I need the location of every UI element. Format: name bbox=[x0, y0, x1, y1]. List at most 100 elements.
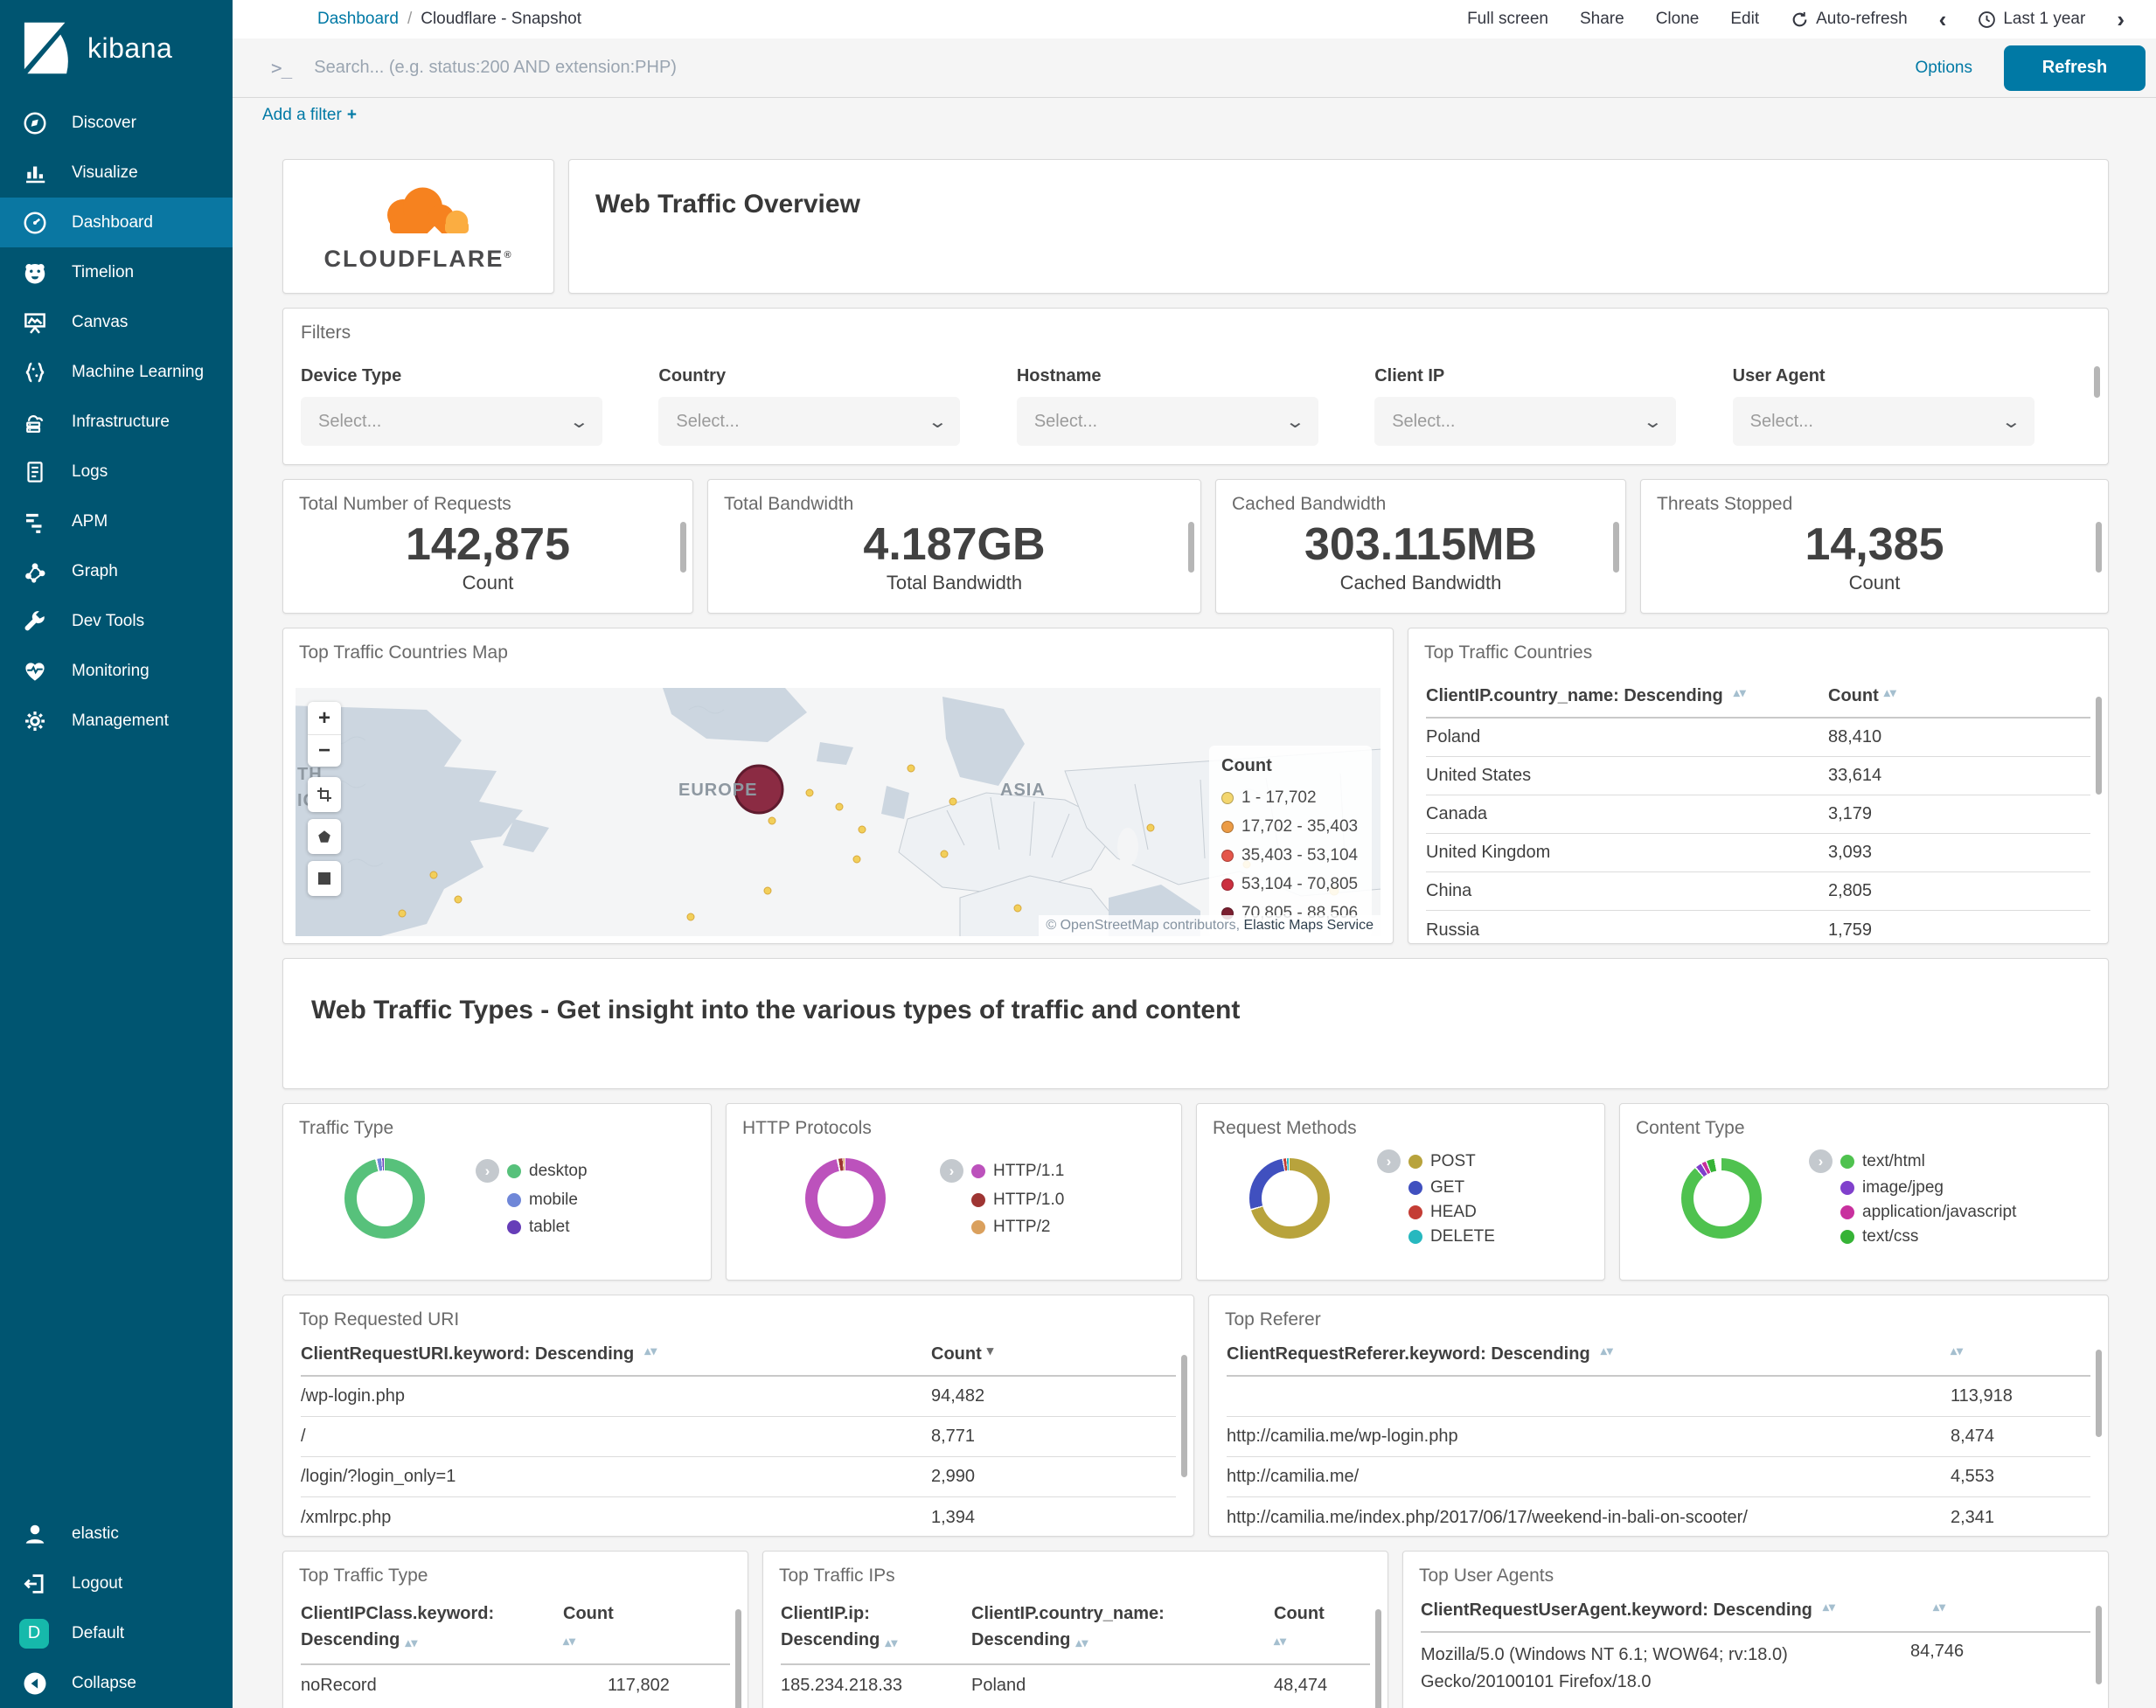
column-header-count[interactable]: ▴▾ bbox=[1933, 1600, 2090, 1612]
sidebar-item-visualize[interactable]: Visualize bbox=[0, 148, 233, 198]
sidebar-item-management[interactable]: Management bbox=[0, 696, 233, 746]
column-header-count[interactable]: Count ▴▾ bbox=[563, 1600, 685, 1647]
scrollbar-thumb[interactable] bbox=[2096, 1350, 2102, 1437]
content-type-donut-chart[interactable] bbox=[1681, 1157, 1762, 1239]
column-header-count[interactable]: Count ▾ bbox=[931, 1344, 1176, 1364]
elastic-maps-link[interactable]: Elastic Maps Service bbox=[1244, 918, 1374, 933]
breadcrumb-dashboard-link[interactable]: Dashboard bbox=[317, 10, 399, 29]
zoom-out-button[interactable]: − bbox=[308, 734, 341, 767]
sort-icon[interactable]: ▴▾ bbox=[1951, 1344, 1963, 1356]
column-header-country[interactable]: ClientIP.country_name: Descending ▴▾ bbox=[971, 1600, 1274, 1653]
sidebar-item-logs[interactable]: Logs bbox=[0, 447, 233, 496]
sidebar-item-monitoring[interactable]: Monitoring bbox=[0, 646, 233, 696]
add-filter-button[interactable]: Add a filter + bbox=[262, 106, 357, 125]
auto-refresh-button[interactable]: Auto-refresh bbox=[1791, 10, 1908, 29]
sort-icon[interactable]: ▴▾ bbox=[1933, 1600, 1945, 1612]
legend-item-http2[interactable]: HTTP/2 bbox=[940, 1218, 1064, 1237]
world-map[interactable]: TH IC EUROPE ASIA + − Count 1 - 17,702 1… bbox=[296, 688, 1381, 936]
sidebar-item-machine-learning[interactable]: Machine Learning bbox=[0, 347, 233, 397]
legend-item-application-javascript[interactable]: application/javascript bbox=[1809, 1203, 2016, 1222]
sort-icon[interactable]: ▴▾ bbox=[1884, 686, 1896, 706]
scrollbar-thumb[interactable] bbox=[2096, 1606, 2102, 1684]
request-methods-donut-chart[interactable] bbox=[1249, 1157, 1330, 1239]
legend-item-get[interactable]: GET bbox=[1377, 1178, 1495, 1198]
refresh-button[interactable]: Refresh bbox=[2004, 45, 2146, 91]
sidebar-item-graph[interactable]: Graph bbox=[0, 546, 233, 596]
sort-icon[interactable]: ▴▾ bbox=[1274, 1635, 1370, 1646]
column-header-count[interactable]: Count ▴▾ bbox=[1828, 686, 2090, 706]
traffic-type-donut-chart[interactable] bbox=[344, 1157, 425, 1239]
sidebar-item-space-default[interactable]: D Default bbox=[0, 1608, 233, 1658]
legend-item-http10[interactable]: HTTP/1.0 bbox=[940, 1191, 1064, 1210]
kibana-logo[interactable]: kibana bbox=[0, 0, 233, 98]
hostname-select[interactable]: Select... ⌄ bbox=[1016, 397, 1318, 446]
sidebar-item-logout[interactable]: Logout bbox=[0, 1559, 233, 1608]
sort-icon[interactable]: ▴▾ bbox=[1601, 1344, 1613, 1356]
legend-item-image-jpeg[interactable]: image/jpeg bbox=[1809, 1178, 2016, 1198]
time-back-button[interactable]: ‹ bbox=[1939, 8, 1947, 31]
sidebar-item-infrastructure[interactable]: Infrastructure bbox=[0, 397, 233, 447]
zoom-in-button[interactable]: + bbox=[308, 702, 341, 734]
legend-item-tablet[interactable]: tablet bbox=[476, 1218, 588, 1237]
scrollbar-thumb[interactable] bbox=[1181, 1355, 1187, 1477]
legend-expand-icon[interactable]: › bbox=[476, 1159, 499, 1183]
scrollbar-thumb[interactable] bbox=[1613, 522, 1619, 573]
sort-icon[interactable]: ▴▾ bbox=[885, 1636, 897, 1648]
column-header-ip-class[interactable]: ClientIPClass.keyword: Descending ▴▾ bbox=[301, 1600, 563, 1653]
sidebar-item-dev-tools[interactable]: Dev Tools bbox=[0, 596, 233, 646]
scrollbar-thumb[interactable] bbox=[1188, 522, 1194, 573]
http-protocols-donut-chart[interactable] bbox=[805, 1157, 886, 1239]
sidebar-item-timelion[interactable]: Timelion bbox=[0, 247, 233, 297]
time-range-button[interactable]: Last 1 year bbox=[1978, 10, 2085, 29]
column-header-user-agent[interactable]: ClientRequestUserAgent.keyword: Descendi… bbox=[1421, 1600, 1933, 1621]
map-draw-rectangle-button[interactable] bbox=[308, 861, 341, 896]
legend-item-head[interactable]: HEAD bbox=[1377, 1203, 1495, 1222]
scrollbar-thumb[interactable] bbox=[735, 1609, 741, 1708]
map-draw-polygon-button[interactable] bbox=[308, 819, 341, 854]
scrollbar-thumb[interactable] bbox=[1375, 1609, 1381, 1708]
sidebar-item-discover[interactable]: Discover bbox=[0, 98, 233, 148]
column-header-count[interactable]: ▴▾ bbox=[1951, 1344, 2090, 1356]
share-button[interactable]: Share bbox=[1580, 10, 1624, 29]
legend-item-desktop[interactable]: › desktop bbox=[476, 1159, 588, 1183]
scrollbar-thumb[interactable] bbox=[2096, 522, 2102, 573]
sort-icon[interactable]: ▴▾ bbox=[1734, 686, 1746, 698]
legend-item-delete[interactable]: DELETE bbox=[1377, 1227, 1495, 1246]
sort-icon[interactable]: ▴▾ bbox=[1823, 1600, 1835, 1612]
client-ip-select[interactable]: Select... ⌄ bbox=[1374, 397, 1677, 446]
legend-expand-icon[interactable]: › bbox=[1809, 1149, 1833, 1173]
column-header-country[interactable]: ClientIP.country_name: Descending ▴▾ bbox=[1426, 686, 1828, 706]
full-screen-button[interactable]: Full screen bbox=[1467, 10, 1548, 29]
sort-icon[interactable]: ▴▾ bbox=[1075, 1636, 1088, 1648]
legend-item-text-html[interactable]: › text/html bbox=[1809, 1149, 2016, 1173]
sort-desc-icon[interactable]: ▾ bbox=[987, 1344, 994, 1364]
user-agent-select[interactable]: Select... ⌄ bbox=[1732, 397, 2034, 446]
column-header-count[interactable]: Count ▴▾ bbox=[1274, 1600, 1370, 1647]
map-fit-bounds-button[interactable] bbox=[308, 777, 341, 812]
legend-item-post[interactable]: › POST bbox=[1377, 1149, 1495, 1173]
scrollbar-thumb[interactable] bbox=[2096, 697, 2102, 795]
sort-icon[interactable]: ▴▾ bbox=[405, 1636, 417, 1648]
column-header-referer[interactable]: ClientRequestReferer.keyword: Descending… bbox=[1227, 1344, 1951, 1364]
legend-expand-icon[interactable]: › bbox=[1377, 1149, 1401, 1173]
legend-item-text-css[interactable]: text/css bbox=[1809, 1227, 2016, 1246]
sort-icon[interactable]: ▴▾ bbox=[644, 1344, 657, 1356]
country-select[interactable]: Select... ⌄ bbox=[658, 397, 961, 446]
legend-expand-icon[interactable]: › bbox=[940, 1159, 963, 1183]
search-input[interactable] bbox=[314, 58, 1905, 78]
sidebar-item-user[interactable]: elastic bbox=[0, 1509, 233, 1559]
legend-item-mobile[interactable]: mobile bbox=[476, 1191, 588, 1210]
sidebar-item-canvas[interactable]: Canvas bbox=[0, 297, 233, 347]
scrollbar-thumb[interactable] bbox=[2094, 366, 2100, 398]
legend-item-http11[interactable]: › HTTP/1.1 bbox=[940, 1159, 1064, 1183]
options-link[interactable]: Options bbox=[1916, 59, 1972, 78]
device-type-select[interactable]: Select... ⌄ bbox=[301, 397, 602, 446]
sort-icon[interactable]: ▴▾ bbox=[563, 1635, 685, 1646]
column-header-uri[interactable]: ClientRequestURI.keyword: Descending ▴▾ bbox=[301, 1344, 931, 1364]
sidebar-item-dashboard[interactable]: Dashboard bbox=[0, 198, 233, 247]
sidebar-item-apm[interactable]: APM bbox=[0, 496, 233, 546]
clone-button[interactable]: Clone bbox=[1656, 10, 1700, 29]
sidebar-item-collapse[interactable]: Collapse bbox=[0, 1658, 233, 1708]
time-forward-button[interactable]: › bbox=[2117, 8, 2125, 31]
column-header-ip[interactable]: ClientIP.ip: Descending ▴▾ bbox=[781, 1600, 971, 1653]
